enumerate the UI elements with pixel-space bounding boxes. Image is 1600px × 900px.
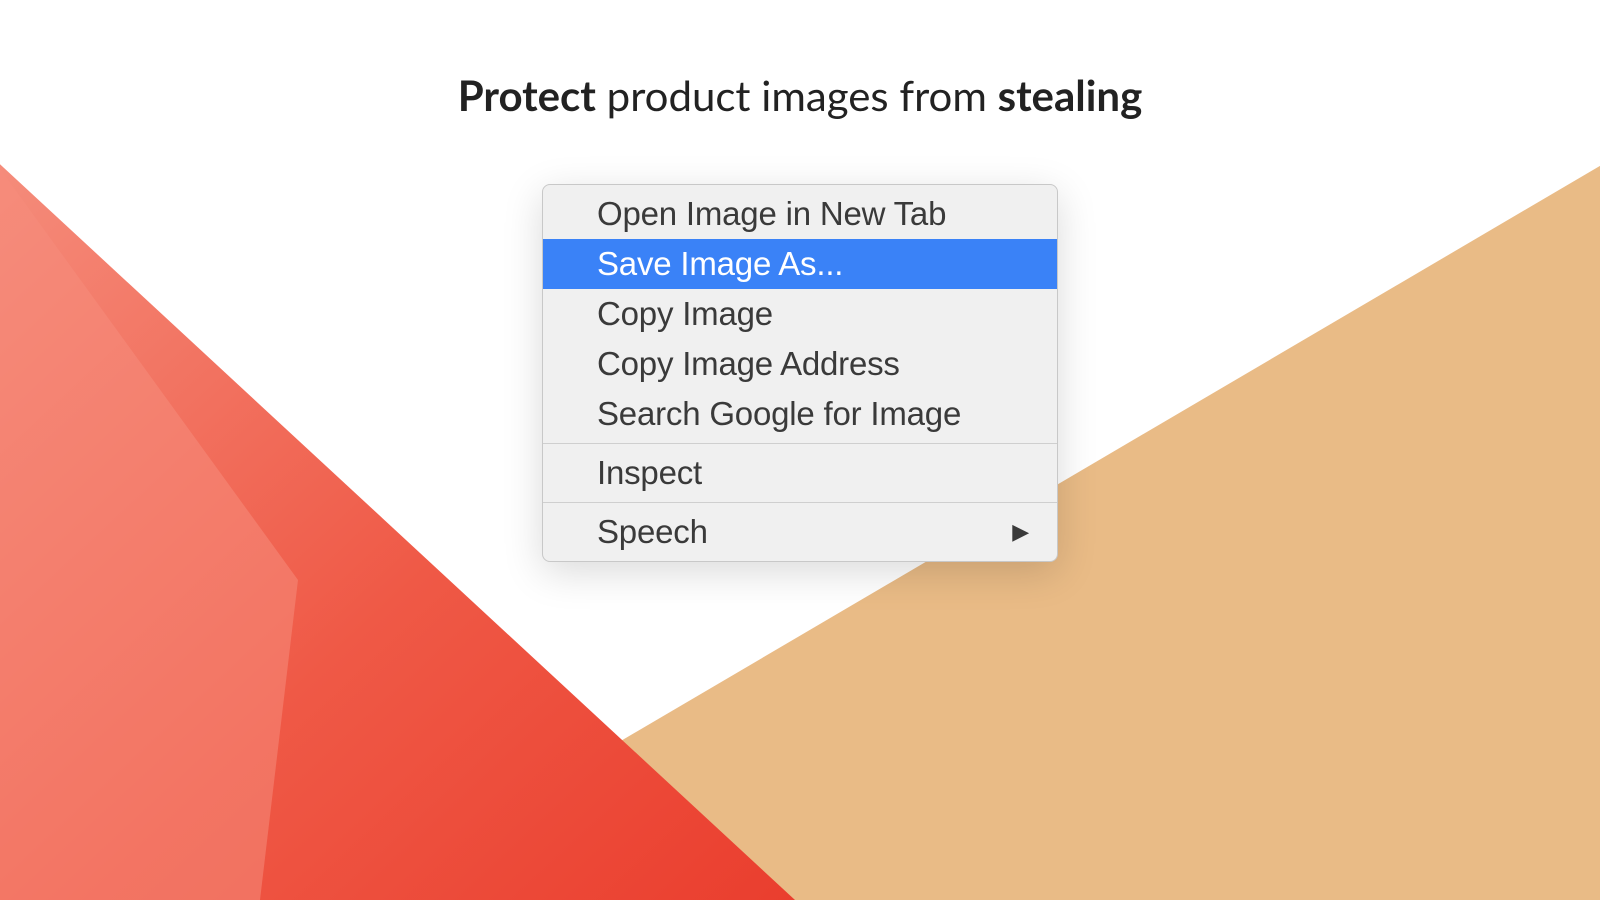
page-title: Protect product images from stealing xyxy=(458,70,1143,120)
menu-item-copy-image[interactable]: Copy Image xyxy=(543,289,1057,339)
menu-item-label: Speech xyxy=(597,513,708,551)
heading-strong-1: Protect xyxy=(458,70,596,120)
menu-item-speech[interactable]: Speech ▶ xyxy=(543,507,1057,557)
menu-item-copy-image-address[interactable]: Copy Image Address xyxy=(543,339,1057,389)
menu-item-open-image-new-tab[interactable]: Open Image in New Tab xyxy=(543,189,1057,239)
menu-item-label: Copy Image xyxy=(597,295,773,333)
menu-item-search-google-image[interactable]: Search Google for Image xyxy=(543,389,1057,439)
menu-item-label: Copy Image Address xyxy=(597,345,900,383)
menu-item-label: Inspect xyxy=(597,454,702,492)
heading-strong-2: stealing xyxy=(998,70,1143,120)
menu-item-save-image-as[interactable]: Save Image As... xyxy=(543,239,1057,289)
menu-group-2: Inspect xyxy=(543,444,1057,502)
menu-item-inspect[interactable]: Inspect xyxy=(543,448,1057,498)
context-menu: Open Image in New Tab Save Image As... C… xyxy=(542,184,1058,562)
menu-item-label: Open Image in New Tab xyxy=(597,195,946,233)
menu-item-label: Search Google for Image xyxy=(597,395,961,433)
submenu-arrow-icon: ▶ xyxy=(1012,519,1029,545)
menu-item-label: Save Image As... xyxy=(597,245,843,283)
menu-group-1: Open Image in New Tab Save Image As... C… xyxy=(543,185,1057,443)
heading-middle: product images from xyxy=(596,70,998,120)
menu-group-3: Speech ▶ xyxy=(543,503,1057,561)
